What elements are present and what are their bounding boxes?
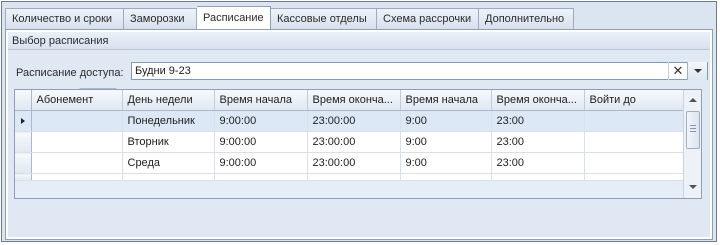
row-indicator[interactable] [15, 173, 32, 181]
column-header-start-time[interactable]: Время начала [214, 90, 308, 111]
tab-cash-departments[interactable]: Кассовые отделы [271, 8, 377, 29]
table-cell[interactable]: 23:00:00 [307, 131, 401, 153]
table-row[interactable] [15, 173, 685, 181]
column-header-enter-until[interactable]: Войти до [584, 90, 685, 111]
row-indicator-header [15, 90, 32, 111]
table-cell[interactable] [214, 173, 308, 181]
table-cell[interactable]: Понедельник [122, 110, 215, 132]
table-cell[interactable]: 9:00:00 [214, 110, 308, 132]
table-cell[interactable] [31, 110, 123, 132]
table-cell[interactable]: 23:00 [491, 110, 585, 132]
tab-schedule[interactable]: Расписание [197, 6, 271, 29]
tab-additional[interactable]: Дополнительно [479, 8, 574, 29]
column-header-end-time-2[interactable]: Время оконча... [491, 90, 585, 111]
table-cell[interactable]: Среда [122, 152, 215, 174]
table-row[interactable]: Понедельник 9:00:00 23:00:00 9:00 23:00 [15, 110, 685, 132]
table-cell[interactable]: 23:00:00 [307, 152, 401, 174]
chevron-down-icon[interactable] [687, 62, 707, 80]
tab-quantity-terms[interactable]: Количество и сроки [5, 8, 124, 29]
table-cell[interactable] [584, 152, 685, 174]
column-header-end-time[interactable]: Время оконча... [307, 90, 401, 111]
column-header-weekday[interactable]: День недели [122, 90, 215, 111]
row-indicator[interactable] [15, 110, 32, 132]
table-cell[interactable] [584, 110, 685, 132]
table-cell[interactable]: 23:00:00 [307, 110, 401, 132]
table-cell[interactable]: 9:00 [400, 131, 492, 153]
group-title: Выбор расписания [8, 32, 710, 50]
window-frame: Количество и сроки Заморозки Расписание … [1, 1, 717, 242]
tab-strip: Количество и сроки Заморозки Расписание … [5, 6, 574, 29]
current-row-icon [21, 118, 25, 124]
scroll-up-icon[interactable] [684, 92, 701, 108]
table-cell[interactable]: 23:00 [491, 152, 585, 174]
table-cell[interactable]: 9:00:00 [214, 131, 308, 153]
table-cell[interactable] [31, 152, 123, 174]
table-row[interactable]: Вторник 9:00:00 23:00:00 9:00 23:00 [15, 131, 685, 153]
row-indicator[interactable] [15, 131, 32, 153]
tab-installment-scheme[interactable]: Схема рассрочки [377, 8, 479, 29]
access-schedule-value: Будни 9-23 [135, 65, 191, 77]
table-cell[interactable] [31, 173, 123, 181]
schedule-grid[interactable]: Абонемент День недели Время начала Время… [14, 89, 702, 199]
column-header-subscription[interactable]: Абонемент [31, 90, 123, 111]
schedule-table: Абонемент День недели Время начала Время… [15, 90, 685, 181]
access-schedule-label: Расписание доступа: [16, 67, 124, 79]
table-cell[interactable] [584, 173, 685, 181]
table-cell[interactable] [31, 131, 123, 153]
table-row[interactable]: Среда 9:00:00 23:00:00 9:00 23:00 [15, 152, 685, 174]
column-header-start-time-2[interactable]: Время начала [400, 90, 492, 111]
vertical-scrollbar[interactable] [683, 90, 701, 198]
table-cell[interactable] [584, 131, 685, 153]
table-cell[interactable] [491, 173, 585, 181]
table-cell[interactable]: 9:00:00 [214, 152, 308, 174]
scroll-thumb[interactable] [686, 111, 700, 149]
table-cell[interactable]: 9:00 [400, 152, 492, 174]
table-cell[interactable]: 9:00 [400, 110, 492, 132]
table-cell[interactable] [307, 173, 401, 181]
tab-freezes[interactable]: Заморозки [124, 8, 197, 29]
clear-icon[interactable]: ✕ [668, 62, 687, 80]
access-schedule-combo[interactable]: Будни 9-23 ✕ [131, 62, 708, 80]
table-cell[interactable]: 23:00 [491, 131, 585, 153]
scroll-down-icon[interactable] [684, 180, 701, 196]
row-indicator[interactable] [15, 152, 32, 174]
table-cell[interactable]: Вторник [122, 131, 215, 153]
table-cell[interactable] [122, 173, 215, 181]
grid-header-row: Абонемент День недели Время начала Время… [15, 90, 685, 111]
table-cell[interactable] [400, 173, 492, 181]
